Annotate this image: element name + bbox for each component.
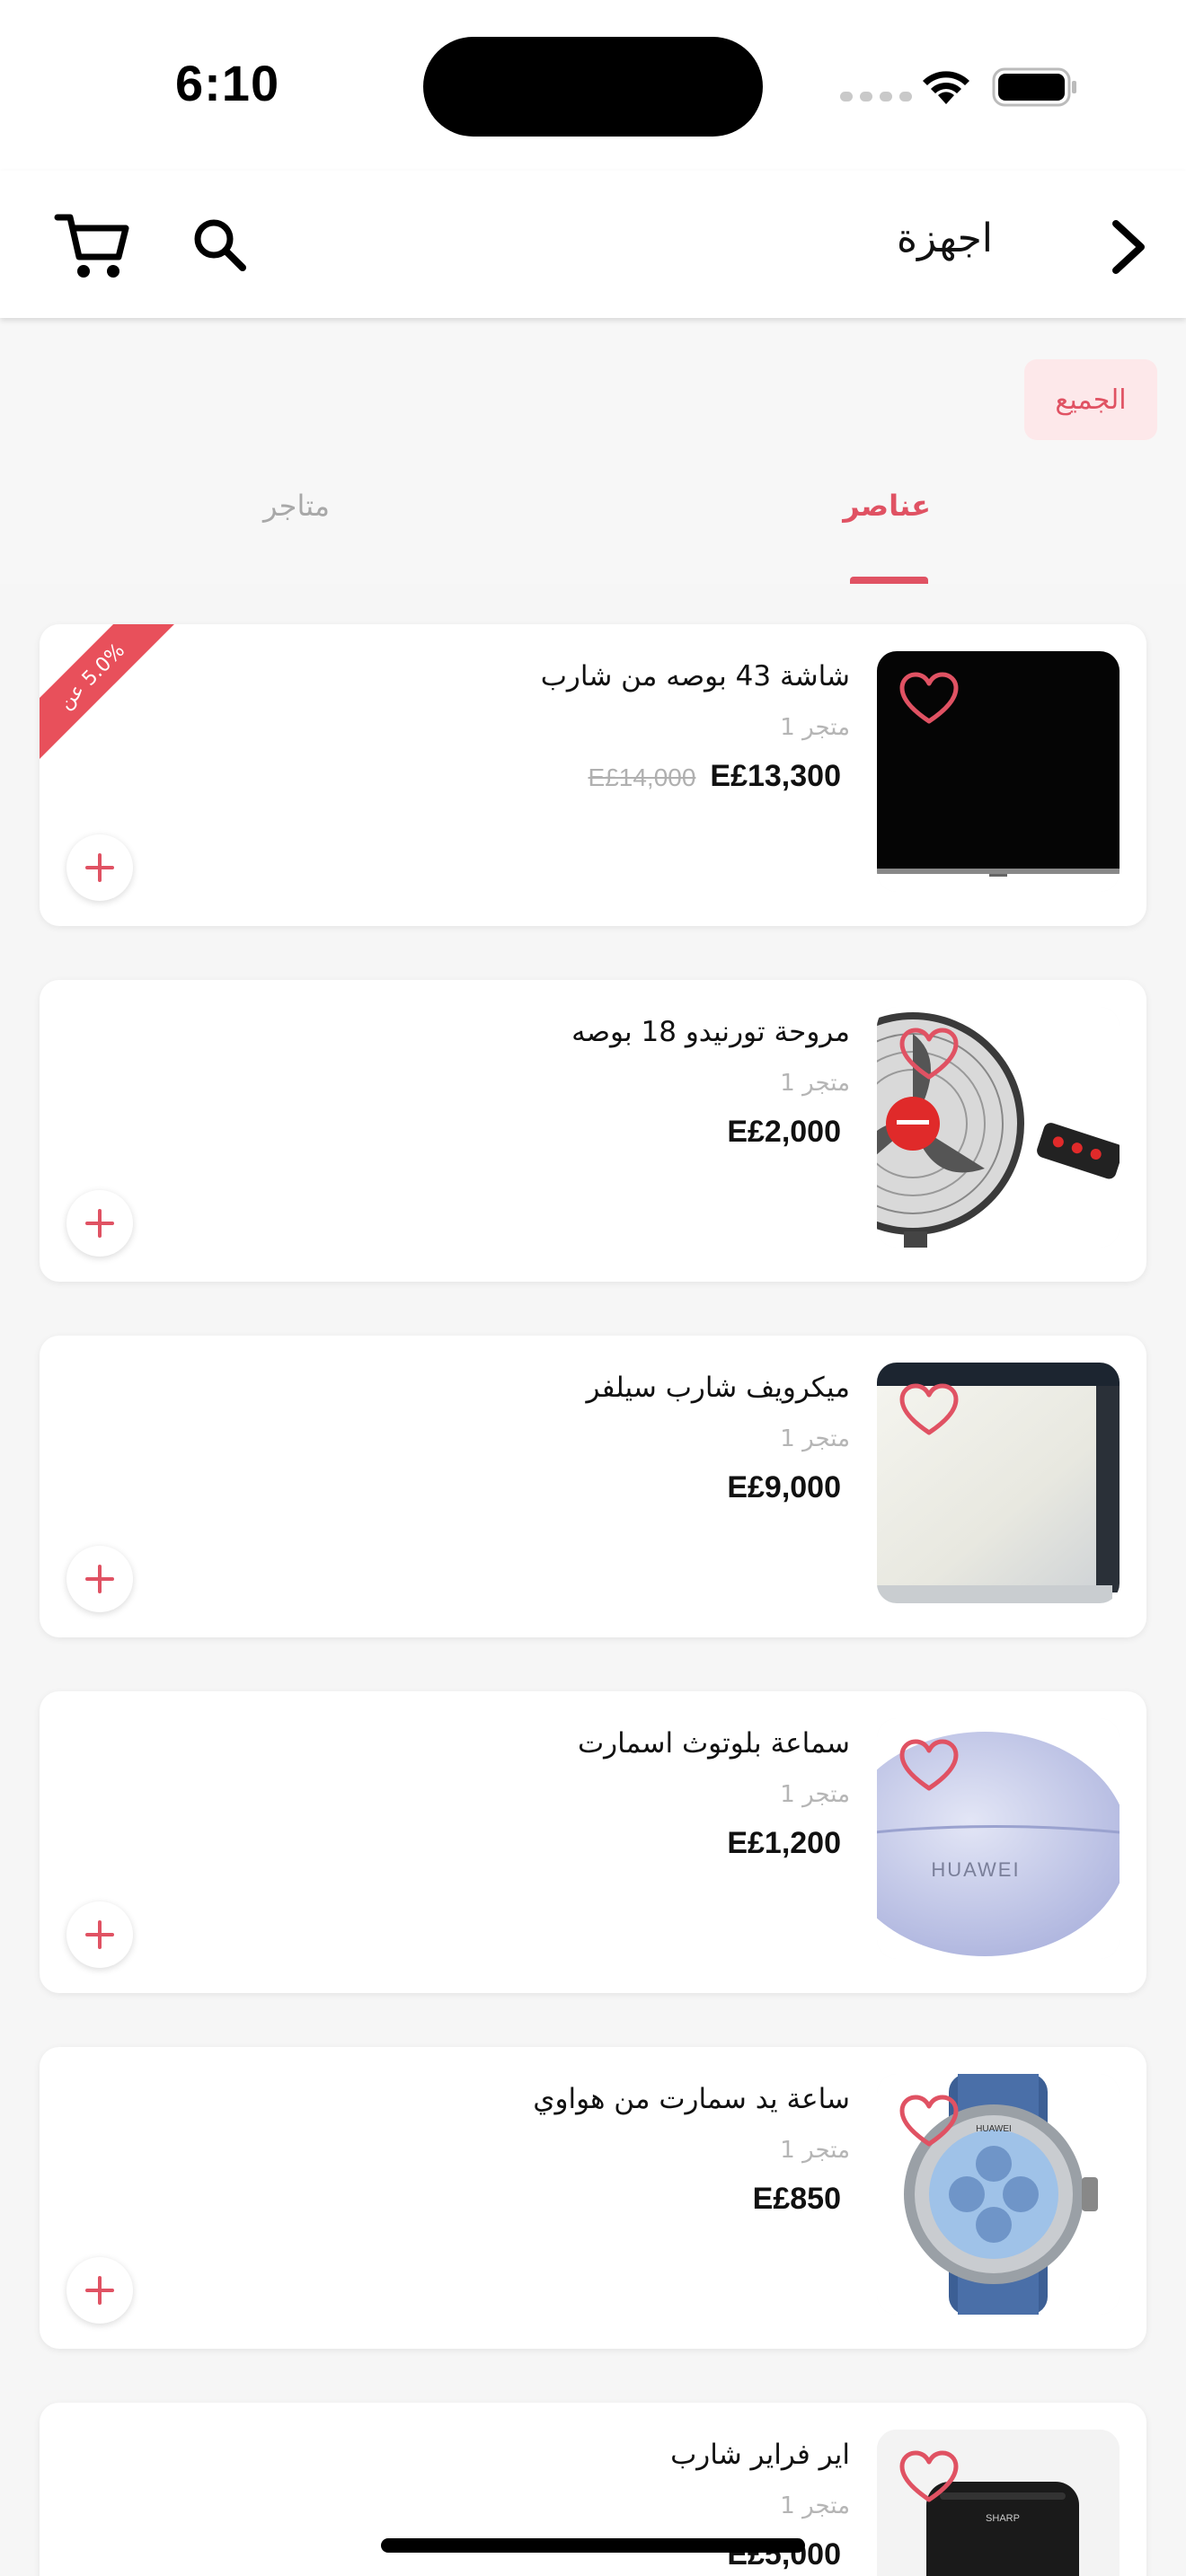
fryer-brand-text: SHARP (986, 2513, 1020, 2524)
product-store: متجر 1 (780, 1070, 850, 1097)
status-bar: 6:10 (0, 0, 1186, 171)
product-store: متجر 1 (780, 2492, 850, 2519)
heart-icon[interactable] (898, 2094, 960, 2149)
product-name: مروحة تورنيدو 18 بوصه (571, 1016, 850, 1048)
cellular-signal-icon (840, 92, 912, 101)
product-name: ميكرويف شارب سيلفر (586, 1372, 850, 1404)
add-to-cart-button[interactable] (66, 2257, 133, 2324)
plus-icon (85, 1920, 114, 1949)
product-card[interactable]: ميكرويف شارب سيلفر متجر 1 E£9,000 (40, 1336, 1146, 1637)
product-price: E£1,200 (727, 1826, 841, 1860)
price-row: E£14,000 E£13,300 (589, 759, 841, 794)
discount-badge: 5.0% عن (40, 624, 177, 762)
add-to-cart-button[interactable] (66, 1546, 133, 1612)
search-icon[interactable] (189, 214, 252, 277)
product-old-price: E£14,000 (588, 763, 696, 791)
page-title: اجهزة (896, 216, 993, 261)
plus-icon (85, 853, 114, 882)
heart-icon[interactable] (898, 2449, 960, 2505)
price-row: E£850 (753, 2182, 841, 2217)
product-store: متجر 1 (780, 1425, 850, 1452)
dynamic-island (423, 37, 763, 137)
heart-icon[interactable] (898, 671, 960, 727)
heart-icon[interactable] (898, 1738, 960, 1794)
add-to-cart-button[interactable] (66, 1901, 133, 1968)
add-to-cart-button[interactable] (66, 1190, 133, 1257)
product-store: متجر 1 (780, 2137, 850, 2164)
product-store: متجر 1 (780, 714, 850, 741)
product-card[interactable]: مروحة تورنيدو 18 بوصه متجر 1 E£2,000 (40, 980, 1146, 1282)
heart-icon[interactable] (898, 1027, 960, 1082)
product-store: متجر 1 (780, 1781, 850, 1808)
product-card[interactable]: HUAWEI سماعة بلوتوث اسمارت متجر 1 E£1,20… (40, 1691, 1146, 1993)
plus-icon (85, 1209, 114, 1238)
tab-items[interactable]: عناصر (843, 489, 931, 523)
product-price: E£2,000 (727, 1115, 841, 1149)
battery-icon (992, 67, 1076, 107)
cart-icon[interactable] (52, 205, 133, 286)
product-name: شاشة 43 بوصه من شارب (540, 660, 850, 693)
tab-stores[interactable]: متاجر (261, 489, 332, 523)
wifi-icon (923, 71, 969, 104)
product-name: اير فراير شارب (670, 2439, 850, 2471)
filter-area: الجميع عناصر متاجر (0, 318, 1186, 584)
plus-icon (85, 2276, 114, 2305)
home-indicator[interactable] (381, 2538, 805, 2553)
product-price: E£850 (752, 2182, 841, 2216)
status-time: 6:10 (175, 55, 280, 111)
add-to-cart-button[interactable] (66, 834, 133, 901)
price-row: E£1,200 (727, 1826, 841, 1861)
watch-brand-text: HUAWEI (976, 2124, 1012, 2134)
product-price: E£13,300 (710, 759, 841, 793)
earbuds-brand-text: HUAWEI (931, 1858, 1020, 1881)
chevron-right-icon[interactable] (1096, 211, 1159, 283)
product-card[interactable]: HUAWEI ساعة يد سمارت من هواوي متجر 1 E£8… (40, 2047, 1146, 2349)
price-row: E£9,000 (727, 1470, 841, 1505)
price-row: E£2,000 (727, 1115, 841, 1150)
product-name: ساعة يد سمارت من هواوي (533, 2083, 850, 2115)
heart-icon[interactable] (898, 1382, 960, 1438)
product-price: E£9,000 (727, 1470, 841, 1504)
filter-chip-all[interactable]: الجميع (1024, 359, 1157, 440)
product-card[interactable]: 5.0% عن شاشة 43 بوصه من شارب متجر 1 E£14… (40, 624, 1146, 926)
active-tab-indicator (850, 577, 928, 584)
plus-icon (85, 1565, 114, 1593)
app-header: اجهزة (0, 171, 1186, 318)
product-name: سماعة بلوتوث اسمارت (577, 1727, 850, 1760)
